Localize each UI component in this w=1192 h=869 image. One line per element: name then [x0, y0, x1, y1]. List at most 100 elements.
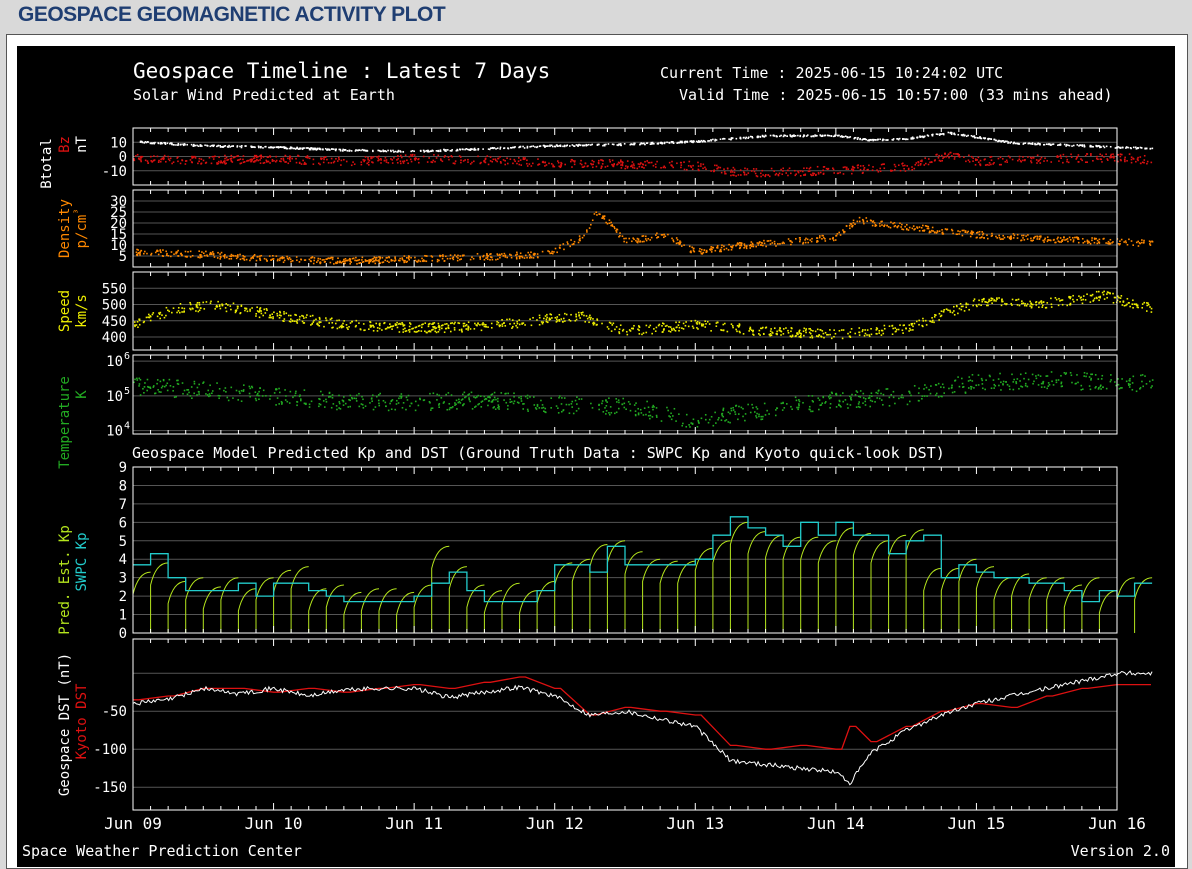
speed-point [601, 323, 603, 325]
magnetic-field-point [1012, 159, 1014, 161]
temperature-point [187, 393, 189, 395]
magnetic-field-point [895, 166, 897, 168]
temperature-point [985, 379, 987, 381]
magnetic-field-point [377, 160, 379, 162]
density-point [166, 254, 168, 256]
temperature-point [505, 402, 507, 404]
temperature-point [864, 401, 866, 403]
magnetic-field-point [639, 166, 641, 168]
magnetic-field-point [879, 168, 881, 170]
speed-point [466, 324, 468, 326]
magnetic-field-point [523, 157, 525, 159]
magnetic-field-point [1096, 156, 1098, 158]
density-point [952, 233, 954, 235]
temperature-point [163, 379, 165, 381]
temperature-point [322, 394, 324, 396]
density-point [212, 251, 214, 253]
speed-point [236, 309, 238, 311]
density-point [607, 223, 609, 225]
temperature-point [1098, 388, 1100, 390]
speed-point [521, 322, 523, 324]
temperature-point [469, 401, 471, 403]
density-point [1073, 241, 1075, 243]
speed-point [400, 324, 402, 326]
temperature-point [902, 397, 904, 399]
temperature-point [666, 407, 668, 409]
temperature-point [855, 394, 857, 396]
magnetic-field-point [268, 147, 270, 149]
density-point [1149, 240, 1151, 242]
temperature-point [938, 383, 940, 385]
density-point [408, 259, 410, 261]
magnetic-field-point [837, 173, 839, 175]
speed-point [1085, 299, 1087, 301]
magnetic-field-point [437, 155, 439, 157]
density-point [453, 256, 455, 258]
magnetic-field-point [191, 156, 193, 158]
density-point [392, 260, 394, 262]
density-point [221, 252, 223, 254]
magnetic-field-point [1027, 156, 1029, 158]
speed-point [589, 315, 591, 317]
magnetic-field-point [703, 164, 705, 166]
temperature-point [667, 410, 669, 412]
magnetic-field-point [297, 147, 299, 149]
magnetic-field-point [216, 146, 218, 148]
temperature-point [343, 404, 345, 406]
density-ylabel-unit-part: p/cm [74, 215, 90, 249]
magnetic-field-point [822, 135, 824, 137]
magnetic-field-point [367, 157, 369, 159]
temperature-point [732, 407, 734, 409]
speed-point [1132, 299, 1134, 301]
speed-point [419, 325, 421, 327]
speed-point [272, 318, 274, 320]
density-point [1091, 240, 1093, 242]
temperature-point [545, 412, 547, 414]
temperature-point [430, 409, 432, 411]
temperature-point [1038, 374, 1040, 376]
density-point [379, 262, 381, 264]
temperature-point [893, 391, 895, 393]
density-point [529, 257, 531, 259]
speed-point [871, 334, 873, 336]
density-point [266, 259, 268, 261]
temperature-point [198, 391, 200, 393]
density-point [310, 261, 312, 263]
density-point [311, 257, 313, 259]
temperature-point [325, 399, 327, 401]
temperature-point [730, 408, 732, 410]
magnetic-field-point [762, 135, 764, 137]
speed-point [926, 324, 928, 326]
density-point [190, 256, 192, 258]
magnetic-field-point [732, 137, 734, 139]
speed-point [949, 310, 951, 312]
density-point [547, 250, 549, 252]
density-point [987, 238, 989, 240]
temperature-point [635, 410, 637, 412]
magnetic-field-point [1119, 147, 1121, 149]
magnetic-field-point [275, 156, 277, 158]
speed-point [578, 312, 580, 314]
magnetic-field-point [1034, 144, 1036, 146]
temperature-point [858, 396, 860, 398]
speed-point [220, 308, 222, 310]
magnetic-field-point [746, 174, 748, 176]
magnetic-field-point [272, 160, 274, 162]
density-point [880, 221, 882, 223]
speed-point [1045, 307, 1047, 309]
density-point [1067, 238, 1069, 240]
density-point [366, 260, 368, 262]
density-point [217, 257, 219, 259]
speed-point [270, 317, 272, 319]
density-point [1141, 242, 1143, 244]
temperature-point [492, 401, 494, 403]
magnetic-field-point [940, 160, 942, 162]
speed-point [269, 315, 271, 317]
density-point [506, 257, 508, 259]
temperature-point [656, 407, 658, 409]
speed-point [189, 308, 191, 310]
speed-point [547, 321, 549, 323]
temperature-point [907, 404, 909, 406]
speed-point [438, 323, 440, 325]
magnetic-field-point [841, 135, 843, 137]
